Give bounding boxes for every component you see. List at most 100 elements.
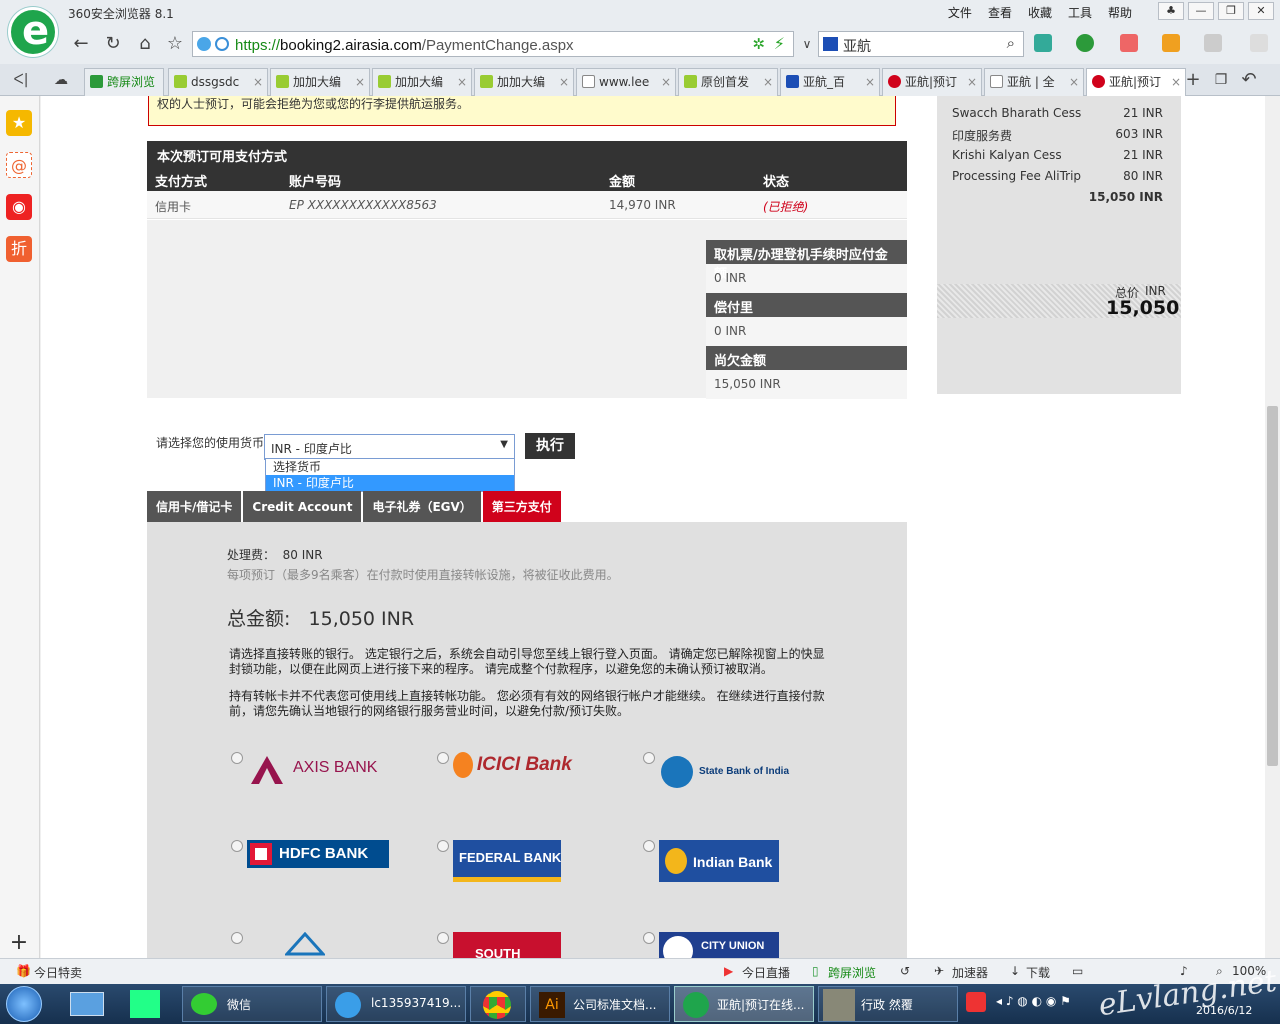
- tab-item[interactable]: www.lee ×: [576, 68, 676, 96]
- close-icon[interactable]: ×: [661, 69, 671, 95]
- start-button[interactable]: [6, 986, 42, 1022]
- scroll-thumb[interactable]: [1267, 406, 1278, 766]
- tab-credit-account[interactable]: Credit Account: [243, 491, 362, 523]
- speed-bolt-icon[interactable]: ⚡: [774, 34, 785, 53]
- screenshot-icon[interactable]: ▭: [1072, 964, 1083, 978]
- tab-item[interactable]: 加加大编 ×: [372, 68, 472, 96]
- search-icon[interactable]: ⌕: [1007, 34, 1015, 52]
- weibo-icon[interactable]: ◉: [6, 194, 32, 220]
- discount-icon[interactable]: 折: [6, 236, 32, 262]
- tab-item[interactable]: 亚航_百 ×: [780, 68, 880, 96]
- taskbar-item-chat[interactable]: 行政 然覆: [818, 986, 958, 1022]
- tab-credit-card[interactable]: 信用卡/借记卡: [147, 491, 242, 523]
- bank-radio[interactable]: [437, 932, 449, 944]
- chevron-down-icon[interactable]: ∨: [794, 31, 820, 57]
- bank-radio[interactable]: [437, 752, 449, 764]
- maximize-button[interactable]: ❐: [1218, 2, 1244, 20]
- refresh-icon[interactable]: ↻: [100, 31, 126, 57]
- tab-item[interactable]: 亚航|预订 ×: [882, 68, 982, 96]
- currency-select[interactable]: INR - 印度卢比 ▼: [264, 434, 515, 460]
- taskbar-item-illustrator[interactable]: Ai 公司标准文档...: [530, 986, 670, 1022]
- tab-active[interactable]: 亚航|预订 ×: [1086, 68, 1186, 96]
- apps-icon[interactable]: [1034, 34, 1052, 52]
- home-icon[interactable]: ⌂: [132, 31, 158, 57]
- vertical-scrollbar[interactable]: [1265, 96, 1280, 958]
- bank-option-federal[interactable]: FEDERAL BANK: [437, 840, 617, 890]
- undo-close-icon[interactable]: ↶: [1236, 67, 1262, 93]
- new-tab-icon[interactable]: +: [1180, 67, 1206, 93]
- bank-radio[interactable]: [231, 752, 243, 764]
- bank-radio[interactable]: [231, 932, 243, 944]
- menu-view[interactable]: 查看: [980, 4, 1020, 21]
- taskbar-item-browser[interactable]: 亚航|预订在线...: [674, 986, 814, 1022]
- bank-option-axis[interactable]: AXIS BANK: [231, 752, 411, 802]
- today-live-link[interactable]: 今日直播: [742, 964, 790, 981]
- tab-third-party[interactable]: 第三方支付: [482, 491, 561, 530]
- user-icon[interactable]: [1250, 34, 1268, 52]
- menu-help[interactable]: 帮助: [1100, 4, 1140, 21]
- tab-cross-screen[interactable]: 跨屏浏览: [84, 68, 164, 96]
- tab-item[interactable]: 亚航 | 全 ×: [984, 68, 1084, 96]
- accelerator-link[interactable]: 加速器: [952, 964, 988, 981]
- tab-item[interactable]: 加加大编 ×: [270, 68, 370, 96]
- currency-option-selected[interactable]: INR - 印度卢比: [266, 475, 514, 491]
- history-icon[interactable]: ↺: [900, 964, 910, 978]
- close-icon[interactable]: ×: [559, 69, 569, 95]
- email-icon[interactable]: @: [6, 152, 32, 178]
- tray-icons[interactable]: ◂ ♪ ◍ ◐ ◉ ⚑: [996, 994, 1071, 1008]
- bank-option-south[interactable]: SOUTH: [437, 932, 617, 958]
- today-deals-link[interactable]: 今日特卖: [34, 964, 82, 981]
- tab-item[interactable]: 加加大编 ×: [474, 68, 574, 96]
- close-icon[interactable]: ×: [457, 69, 467, 95]
- bank-radio[interactable]: [643, 752, 655, 764]
- close-icon[interactable]: ×: [1069, 69, 1079, 95]
- favorites-star-icon[interactable]: ★: [6, 110, 32, 136]
- translate-icon[interactable]: [1120, 34, 1138, 52]
- bank-radio[interactable]: [437, 840, 449, 852]
- tab-egv[interactable]: 电子礼券（EGV）: [363, 491, 481, 523]
- favorite-star-icon[interactable]: ☆: [162, 31, 188, 57]
- download-link[interactable]: 下载: [1026, 964, 1050, 981]
- add-icon[interactable]: +: [6, 930, 32, 956]
- gamepad-icon[interactable]: [1204, 34, 1222, 52]
- tab-scroll-left-icon[interactable]: ᐸ|: [8, 67, 34, 93]
- close-icon[interactable]: ×: [253, 69, 263, 95]
- back-icon[interactable]: ←: [68, 31, 94, 57]
- search-input[interactable]: 亚航 ⌕: [818, 31, 1024, 57]
- tab-item[interactable]: dssgsdc ×: [168, 68, 268, 96]
- taskbar-item-qq[interactable]: lc135937419...: [326, 986, 466, 1022]
- tools-icon[interactable]: [1162, 34, 1180, 52]
- menu-favorites[interactable]: 收藏: [1020, 4, 1060, 21]
- address-bar[interactable]: https://booking2.airasia.com/PaymentChan…: [192, 31, 794, 57]
- bank-option-hdfc[interactable]: HDFC BANK: [231, 840, 411, 890]
- bank-option-sbi[interactable]: State Bank of India: [643, 752, 823, 802]
- bank-radio[interactable]: [643, 932, 655, 944]
- desktop-icon[interactable]: [70, 992, 104, 1016]
- close-button[interactable]: ✕: [1248, 2, 1274, 20]
- cloud-icon[interactable]: ☁: [48, 67, 74, 93]
- menu-tools[interactable]: 工具: [1060, 4, 1100, 21]
- execute-button[interactable]: 执行: [525, 433, 575, 459]
- bank-option-city-union[interactable]: CITY UNION: [643, 932, 823, 958]
- cross-screen-link[interactable]: 跨屏浏览: [828, 964, 876, 981]
- close-icon[interactable]: ×: [967, 69, 977, 95]
- bank-option-indian[interactable]: Indian Bank: [643, 840, 823, 890]
- close-icon[interactable]: ×: [763, 69, 773, 95]
- reload-green-icon[interactable]: ✲: [752, 35, 765, 53]
- taskbar-item-wechat[interactable]: 微信: [182, 986, 322, 1022]
- skin-icon[interactable]: ♣: [1158, 2, 1184, 20]
- feather-icon[interactable]: [130, 990, 160, 1018]
- tab-item[interactable]: 原创首发 ×: [678, 68, 778, 96]
- menu-file[interactable]: 文件: [940, 4, 980, 21]
- taskbar-item-chrome[interactable]: [470, 986, 526, 1022]
- bank-option-icici[interactable]: ICICI Bank: [437, 752, 617, 802]
- bank-radio[interactable]: [231, 840, 243, 852]
- bank-option[interactable]: [231, 931, 411, 958]
- shield-icon[interactable]: [1076, 34, 1094, 52]
- bank-radio[interactable]: [643, 840, 655, 852]
- minimize-button[interactable]: —: [1188, 2, 1214, 20]
- close-icon[interactable]: ×: [355, 69, 365, 95]
- sogou-icon[interactable]: [966, 992, 986, 1012]
- tab-list-icon[interactable]: ❐: [1208, 67, 1234, 93]
- close-icon[interactable]: ×: [865, 69, 875, 95]
